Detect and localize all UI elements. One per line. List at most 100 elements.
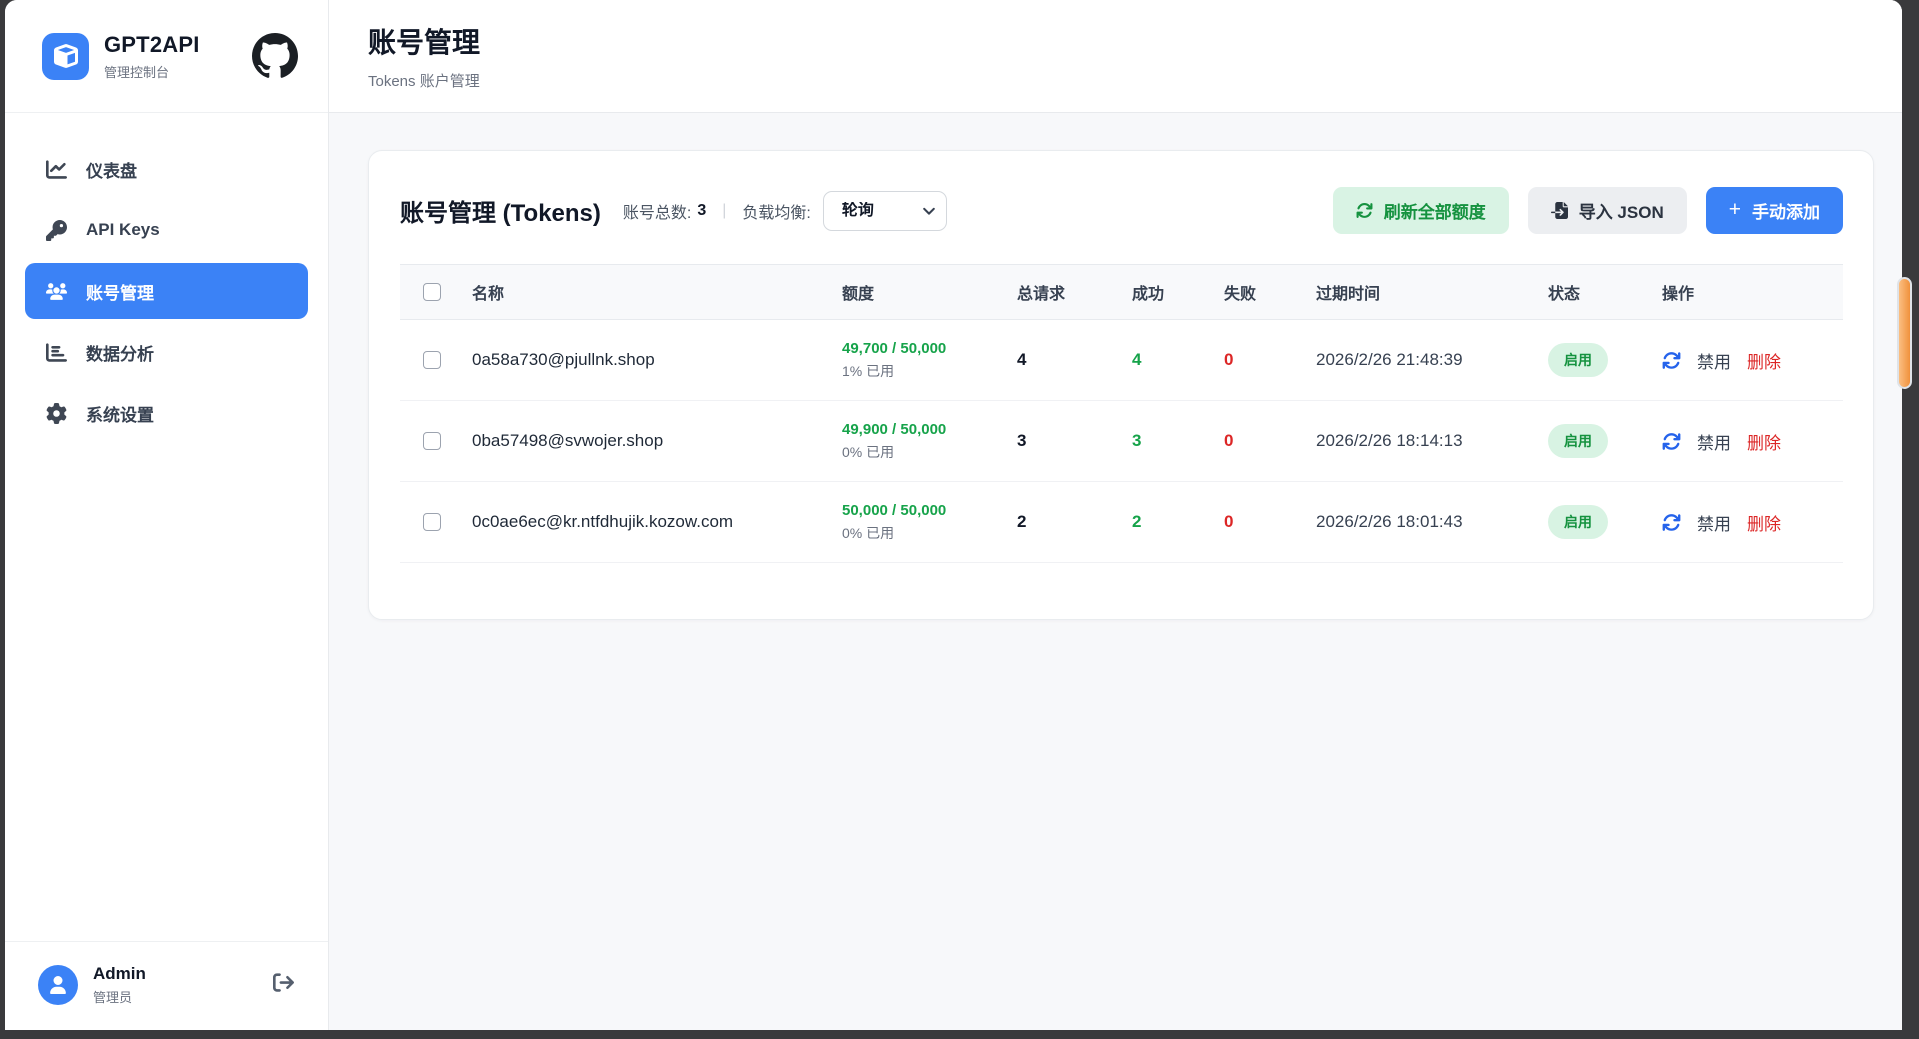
divider: | <box>722 202 726 220</box>
header-actions: 刷新全部额度 导入 JSON + 手动添加 <box>1333 187 1843 234</box>
quota-value: 50,000 / 50,000 <box>842 502 997 519</box>
fail-count: 0 <box>1214 482 1306 563</box>
sidebar-nav: 仪表盘 API Keys 账号管理 数据分析 系统设置 <box>5 113 328 446</box>
page-title: 账号管理 <box>368 21 1902 61</box>
row-checkbox[interactable] <box>423 513 441 531</box>
delete-link[interactable]: 删除 <box>1747 348 1781 373</box>
col-name: 名称 <box>462 265 832 320</box>
brand-subtitle: 管理控制台 <box>104 62 252 81</box>
gear-icon <box>46 403 67 424</box>
account-count-label: 账号总数: <box>623 199 691 223</box>
main-area: 账号管理 Tokens 账户管理 账号管理 (Tokens) 账号总数: 3 |… <box>329 0 1902 1030</box>
refresh-icon <box>1662 432 1681 451</box>
status-badge: 启用 <box>1548 424 1608 458</box>
card-title: 账号管理 (Tokens) <box>400 193 601 228</box>
logout-icon <box>273 972 294 993</box>
github-icon <box>252 33 298 79</box>
chart-line-icon <box>46 159 67 180</box>
delete-link[interactable]: 删除 <box>1747 429 1781 454</box>
avatar <box>38 965 78 1005</box>
total-requests: 3 <box>1007 401 1122 482</box>
delete-link[interactable]: 删除 <box>1747 510 1781 535</box>
quota-value: 49,700 / 50,000 <box>842 340 997 357</box>
refresh-all-label: 刷新全部额度 <box>1384 198 1486 223</box>
load-balance-select[interactable]: 轮询 <box>823 191 947 231</box>
sidebar-item-dashboard[interactable]: 仪表盘 <box>25 141 308 197</box>
sidebar-header: GPT2API 管理控制台 <box>5 0 328 113</box>
import-json-label: 导入 JSON <box>1579 198 1664 223</box>
total-requests: 4 <box>1007 320 1122 401</box>
account-count-value: 3 <box>697 202 706 220</box>
user-section: Admin 管理员 <box>5 941 328 1030</box>
account-name: 0ba57498@svwojer.shop <box>462 401 832 482</box>
users-icon <box>46 281 67 302</box>
disable-link[interactable]: 禁用 <box>1697 429 1731 454</box>
file-import-icon <box>1551 202 1568 219</box>
refresh-icon <box>1356 202 1373 219</box>
success-count: 3 <box>1122 401 1214 482</box>
user-name: Admin <box>93 964 269 984</box>
col-status: 状态 <box>1538 265 1652 320</box>
import-json-button[interactable]: 导入 JSON <box>1528 187 1687 234</box>
user-icon <box>49 976 67 994</box>
refresh-icon <box>1662 513 1681 532</box>
col-quota: 额度 <box>832 265 1007 320</box>
success-count: 4 <box>1122 320 1214 401</box>
disable-link[interactable]: 禁用 <box>1697 348 1731 373</box>
refresh-quota-button[interactable] <box>1662 351 1681 370</box>
manual-add-button[interactable]: + 手动添加 <box>1706 187 1843 234</box>
expire-time: 2026/2/26 21:48:39 <box>1306 320 1538 401</box>
brand-name: GPT2API <box>104 32 252 58</box>
brand: GPT2API 管理控制台 <box>104 32 252 81</box>
key-icon <box>46 220 67 241</box>
refresh-quota-button[interactable] <box>1662 432 1681 451</box>
accounts-table: 名称 额度 总请求 成功 失败 过期时间 状态 操作 <box>400 264 1843 563</box>
col-fail: 失败 <box>1214 265 1306 320</box>
manual-add-label: 手动添加 <box>1752 198 1820 223</box>
page-subtitle: Tokens 账户管理 <box>368 70 1902 91</box>
load-balance-label: 负载均衡: <box>742 199 810 223</box>
sidebar-item-settings[interactable]: 系统设置 <box>25 385 308 441</box>
refresh-all-button[interactable]: 刷新全部额度 <box>1333 187 1509 234</box>
expire-time: 2026/2/26 18:01:43 <box>1306 482 1538 563</box>
row-checkbox[interactable] <box>423 432 441 450</box>
content: 账号管理 (Tokens) 账号总数: 3 | 负载均衡: 轮询 <box>329 113 1902 1030</box>
success-count: 2 <box>1122 482 1214 563</box>
github-link[interactable] <box>252 33 298 79</box>
account-name: 0a58a730@pjullnk.shop <box>462 320 832 401</box>
sidebar-item-api-keys[interactable]: API Keys <box>25 202 308 258</box>
disable-link[interactable]: 禁用 <box>1697 510 1731 535</box>
plus-icon: + <box>1729 199 1741 220</box>
page-header: 账号管理 Tokens 账户管理 <box>329 0 1902 113</box>
col-success: 成功 <box>1122 265 1214 320</box>
logout-button[interactable] <box>269 968 298 1002</box>
cube-icon <box>54 44 78 68</box>
account-count: 账号总数: 3 | 负载均衡: <box>623 199 811 223</box>
table-row: 0a58a730@pjullnk.shop 49,700 / 50,000 1%… <box>400 320 1843 401</box>
col-actions: 操作 <box>1652 265 1843 320</box>
chart-bar-icon <box>46 342 67 363</box>
user-info: Admin 管理员 <box>93 964 269 1006</box>
total-requests: 2 <box>1007 482 1122 563</box>
refresh-icon <box>1662 351 1681 370</box>
sidebar-item-analytics[interactable]: 数据分析 <box>25 324 308 380</box>
sidebar-item-label: 系统设置 <box>86 401 154 426</box>
status-badge: 启用 <box>1548 343 1608 377</box>
sidebar-item-accounts[interactable]: 账号管理 <box>25 263 308 319</box>
row-checkbox[interactable] <box>423 351 441 369</box>
sidebar-item-label: 账号管理 <box>86 279 154 304</box>
col-expires: 过期时间 <box>1306 265 1538 320</box>
scrollbar-thumb[interactable] <box>1897 277 1912 389</box>
col-total: 总请求 <box>1007 265 1122 320</box>
card-header: 账号管理 (Tokens) 账号总数: 3 | 负载均衡: 轮询 <box>369 151 1873 264</box>
app-logo <box>42 33 89 80</box>
row-actions: 禁用 删除 <box>1662 510 1833 535</box>
quota-value: 49,900 / 50,000 <box>842 421 997 438</box>
refresh-quota-button[interactable] <box>1662 513 1681 532</box>
row-actions: 禁用 删除 <box>1662 348 1833 373</box>
table-row: 0c0ae6ec@kr.ntfdhujik.kozow.com 50,000 /… <box>400 482 1843 563</box>
accounts-card: 账号管理 (Tokens) 账号总数: 3 | 负载均衡: 轮询 <box>368 150 1874 620</box>
table-header: 名称 额度 总请求 成功 失败 过期时间 状态 操作 <box>400 265 1843 320</box>
quota-used: 0% 已用 <box>842 523 997 543</box>
select-all-checkbox[interactable] <box>423 283 441 301</box>
